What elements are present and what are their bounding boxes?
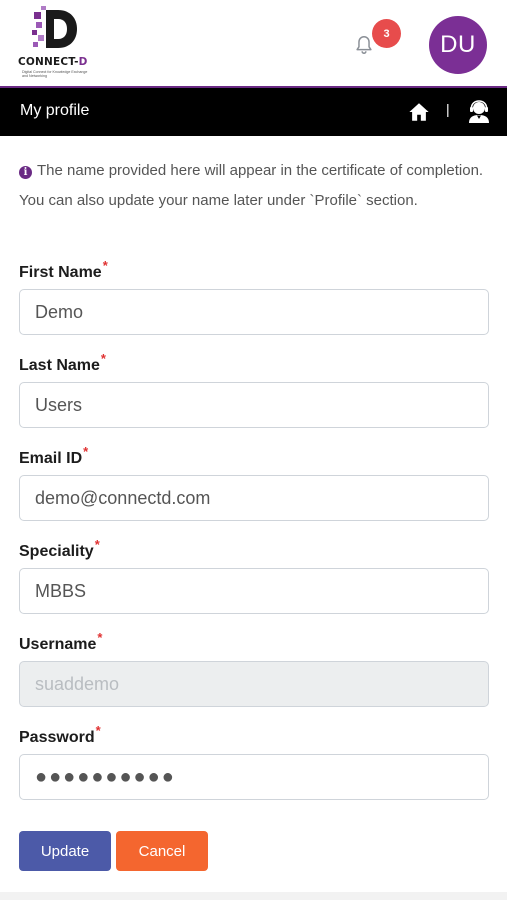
notification-badge[interactable]: 3 (372, 19, 401, 48)
app-header: CONNECT-D Digital Connect for Knowledge … (0, 0, 507, 86)
required-mark: * (100, 351, 106, 366)
username-field: suaddemo (19, 661, 489, 707)
last-name-label: Last Name* (19, 351, 106, 374)
brand-name: CONNECT-D (18, 56, 88, 68)
required-mark: * (97, 630, 103, 645)
required-mark: * (83, 444, 89, 459)
cancel-button[interactable]: Cancel (116, 831, 208, 871)
support-agent-icon[interactable] (468, 100, 490, 124)
username-label: Username* (19, 630, 103, 653)
user-avatar[interactable]: DU (429, 16, 487, 74)
info-icon: i (19, 166, 32, 179)
password-label: Password* (19, 723, 101, 746)
required-mark: * (102, 258, 108, 273)
update-button[interactable]: Update (19, 831, 111, 871)
speciality-label: Speciality* (19, 537, 100, 560)
email-label: Email ID* (19, 444, 89, 467)
first-name-label: First Name* (19, 258, 108, 281)
first-name-field[interactable]: Demo (19, 289, 489, 335)
logo-mark-icon (32, 6, 77, 48)
password-field[interactable]: ●●●●●●●●●● (19, 754, 489, 800)
notice-text: The name provided here will appear in th… (19, 162, 484, 209)
nav-divider: | (446, 101, 450, 117)
brand-tagline: Digital Connect for Knowledge Exchange a… (22, 70, 88, 79)
home-icon[interactable] (408, 101, 430, 123)
required-mark: * (94, 537, 100, 552)
last-name-field[interactable]: Users (19, 382, 489, 428)
speciality-field[interactable]: MBBS (19, 568, 489, 614)
page-title: My profile (20, 102, 90, 119)
required-mark: * (95, 723, 101, 738)
certificate-name-notice: i The name provided here will appear in t… (19, 156, 489, 215)
email-field[interactable]: demo@connectd.com (19, 475, 489, 521)
page-navbar: My profile | (0, 86, 507, 136)
connect-d-logo[interactable]: CONNECT-D Digital Connect for Knowledge … (18, 6, 90, 82)
footer-strip (0, 892, 507, 900)
